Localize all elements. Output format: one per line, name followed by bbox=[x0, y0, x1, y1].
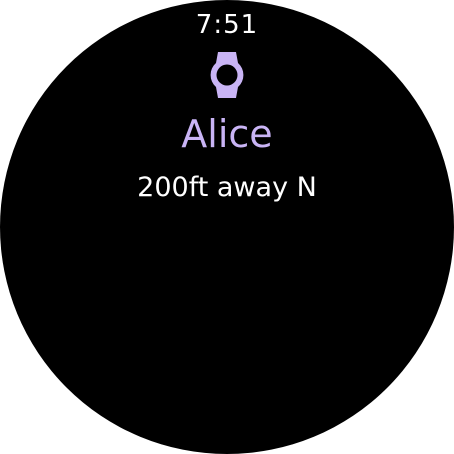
contact-name: Alice bbox=[181, 112, 273, 156]
status-time: 7:51 bbox=[195, 10, 259, 40]
watch-screen: 7:51 Alice 200ft away N bbox=[0, 0, 454, 454]
watch-icon bbox=[207, 50, 247, 100]
distance-direction-text: 200ft away N bbox=[137, 172, 317, 203]
